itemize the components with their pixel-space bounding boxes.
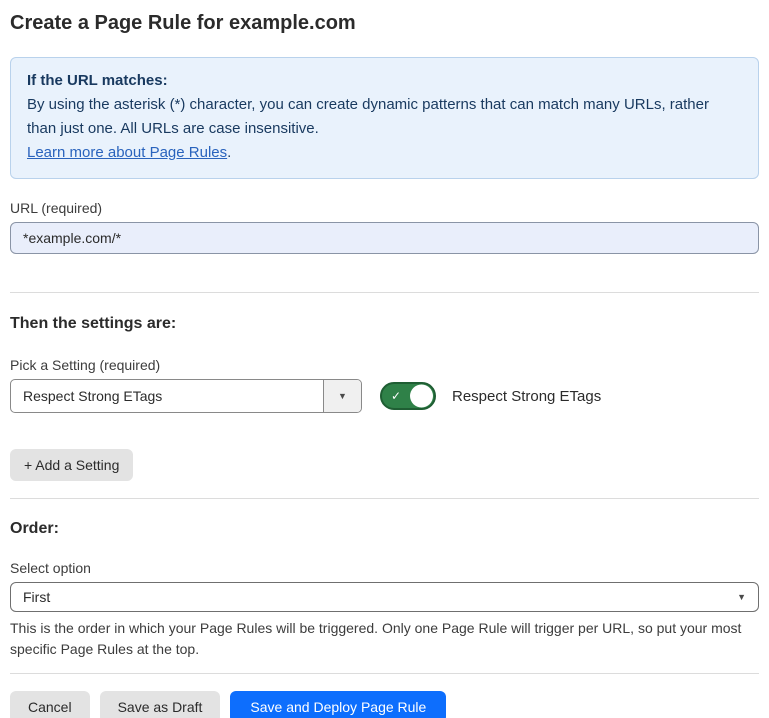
toggle-label: Respect Strong ETags xyxy=(452,388,601,405)
order-help-text: This is the order in which your Page Rul… xyxy=(10,618,755,660)
caret-down-icon: ▼ xyxy=(338,392,347,401)
settings-section-heading: Then the settings are: xyxy=(10,314,759,333)
add-setting-button[interactable]: + Add a Setting xyxy=(10,449,133,481)
section-divider xyxy=(10,498,759,499)
footer-actions: Cancel Save as Draft Save and Deploy Pag… xyxy=(10,691,759,718)
order-select-value: First xyxy=(23,589,737,605)
url-input[interactable] xyxy=(10,222,759,254)
info-box-heading: If the URL matches: xyxy=(27,69,742,93)
order-section-heading: Order: xyxy=(10,519,759,538)
setting-dropdown-button[interactable]: ▼ xyxy=(323,380,361,412)
pick-setting-label: Pick a Setting (required) xyxy=(10,357,759,374)
caret-down-icon: ▼ xyxy=(737,593,746,602)
section-divider xyxy=(10,292,759,293)
save-deploy-button[interactable]: Save and Deploy Page Rule xyxy=(230,691,446,718)
check-icon: ✓ xyxy=(391,390,401,402)
info-box-link-line: Learn more about Page Rules. xyxy=(27,141,742,165)
select-option-label: Select option xyxy=(10,560,759,577)
learn-more-link[interactable]: Learn more about Page Rules xyxy=(27,144,227,161)
link-suffix-period: . xyxy=(227,144,231,161)
setting-picker-row: Respect Strong ETags ▼ ✓ Respect Strong … xyxy=(10,379,759,413)
setting-dropdown[interactable]: Respect Strong ETags ▼ xyxy=(10,379,362,413)
info-box-body: By using the asterisk (*) character, you… xyxy=(27,93,742,141)
save-draft-button[interactable]: Save as Draft xyxy=(100,691,221,718)
footer-divider xyxy=(10,673,759,674)
setting-dropdown-value: Respect Strong ETags xyxy=(11,380,323,412)
order-select[interactable]: First ▼ xyxy=(10,582,759,612)
toggle-knob xyxy=(410,385,433,408)
url-field-label: URL (required) xyxy=(10,200,759,217)
page-title: Create a Page Rule for example.com xyxy=(10,12,759,34)
url-match-info-box: If the URL matches: By using the asteris… xyxy=(10,57,759,179)
respect-strong-etags-toggle[interactable]: ✓ xyxy=(380,382,436,410)
cancel-button[interactable]: Cancel xyxy=(10,691,90,718)
